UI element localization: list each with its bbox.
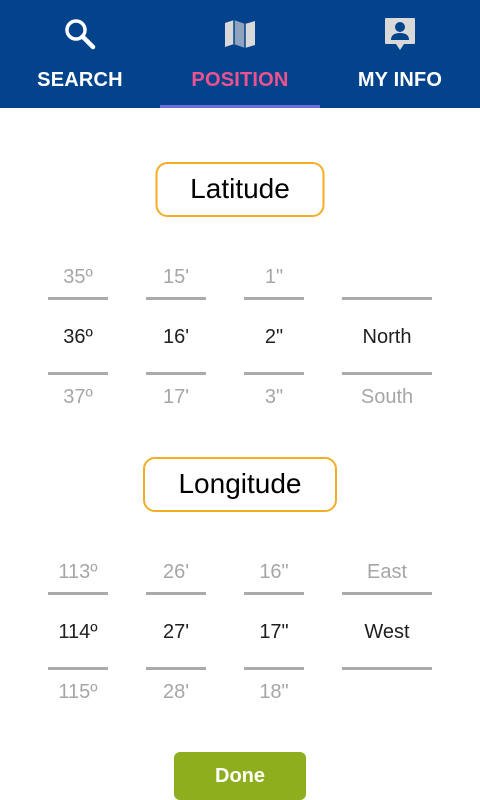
tab-search-label: SEARCH bbox=[37, 69, 123, 91]
latitude-direction-next[interactable]: South bbox=[342, 386, 432, 409]
latitude-minutes-selected[interactable]: 16' bbox=[146, 326, 206, 349]
picker-divider bbox=[48, 297, 108, 300]
picker-divider bbox=[244, 667, 304, 670]
picker-divider bbox=[342, 297, 432, 300]
longitude-degrees-selected[interactable]: 114º bbox=[48, 621, 108, 644]
picker-divider bbox=[146, 667, 206, 670]
tab-position-label: POSITION bbox=[191, 69, 289, 91]
map-icon bbox=[223, 15, 257, 53]
longitude-title: Longitude bbox=[143, 457, 337, 512]
tab-search[interactable]: SEARCH bbox=[0, 0, 160, 108]
longitude-minutes-selected[interactable]: 27' bbox=[146, 621, 206, 644]
latitude-direction-selected[interactable]: North bbox=[342, 326, 432, 349]
latitude-seconds-prev[interactable]: 1" bbox=[244, 266, 304, 289]
latitude-seconds-selected[interactable]: 2" bbox=[244, 326, 304, 349]
latitude-seconds-next[interactable]: 3" bbox=[244, 386, 304, 409]
tab-my-info[interactable]: MY INFO bbox=[320, 0, 480, 108]
picker-divider bbox=[244, 592, 304, 595]
longitude-seconds-selected[interactable]: 17" bbox=[244, 621, 304, 644]
longitude-minutes-next[interactable]: 28' bbox=[146, 681, 206, 704]
active-tab-indicator bbox=[160, 105, 320, 108]
longitude-direction-selected[interactable]: West bbox=[342, 621, 432, 644]
picker-divider bbox=[244, 372, 304, 375]
latitude-degrees-selected[interactable]: 36º bbox=[48, 326, 108, 349]
longitude-seconds-next[interactable]: 18" bbox=[244, 681, 304, 704]
latitude-minutes-next[interactable]: 17' bbox=[146, 386, 206, 409]
picker-divider bbox=[48, 667, 108, 670]
latitude-degrees-next[interactable]: 37º bbox=[48, 386, 108, 409]
picker-divider bbox=[342, 667, 432, 670]
latitude-minutes-picker[interactable]: 15' 16' 17' bbox=[146, 260, 206, 410]
latitude-degrees-prev[interactable]: 35º bbox=[48, 266, 108, 289]
top-nav-bar: SEARCH POSITION MY INFO bbox=[0, 0, 480, 108]
longitude-direction-picker[interactable]: East West bbox=[342, 555, 432, 705]
tab-my-info-label: MY INFO bbox=[357, 69, 443, 91]
longitude-degrees-prev[interactable]: 113º bbox=[48, 561, 108, 584]
latitude-seconds-picker[interactable]: 1" 2" 3" bbox=[244, 260, 304, 410]
contact-card-icon bbox=[383, 15, 417, 53]
tab-position[interactable]: POSITION bbox=[160, 0, 320, 108]
longitude-minutes-picker[interactable]: 26' 27' 28' bbox=[146, 555, 206, 705]
longitude-seconds-prev[interactable]: 16" bbox=[244, 561, 304, 584]
longitude-degrees-picker[interactable]: 113º 114º 115º bbox=[48, 555, 108, 705]
picker-divider bbox=[342, 592, 432, 595]
picker-divider bbox=[48, 592, 108, 595]
picker-divider bbox=[342, 372, 432, 375]
picker-divider bbox=[48, 372, 108, 375]
longitude-degrees-next[interactable]: 115º bbox=[48, 681, 108, 704]
picker-divider bbox=[244, 297, 304, 300]
picker-divider bbox=[146, 297, 206, 300]
latitude-degrees-picker[interactable]: 35º 36º 37º bbox=[48, 260, 108, 410]
search-icon bbox=[63, 15, 97, 53]
longitude-seconds-picker[interactable]: 16" 17" 18" bbox=[244, 555, 304, 705]
longitude-minutes-prev[interactable]: 26' bbox=[146, 561, 206, 584]
picker-divider bbox=[146, 592, 206, 595]
latitude-title: Latitude bbox=[155, 162, 325, 217]
latitude-minutes-prev[interactable]: 15' bbox=[146, 266, 206, 289]
longitude-direction-prev[interactable]: East bbox=[342, 561, 432, 584]
done-button[interactable]: Done bbox=[174, 752, 306, 800]
latitude-direction-picker[interactable]: North South bbox=[342, 260, 432, 410]
picker-divider bbox=[146, 372, 206, 375]
